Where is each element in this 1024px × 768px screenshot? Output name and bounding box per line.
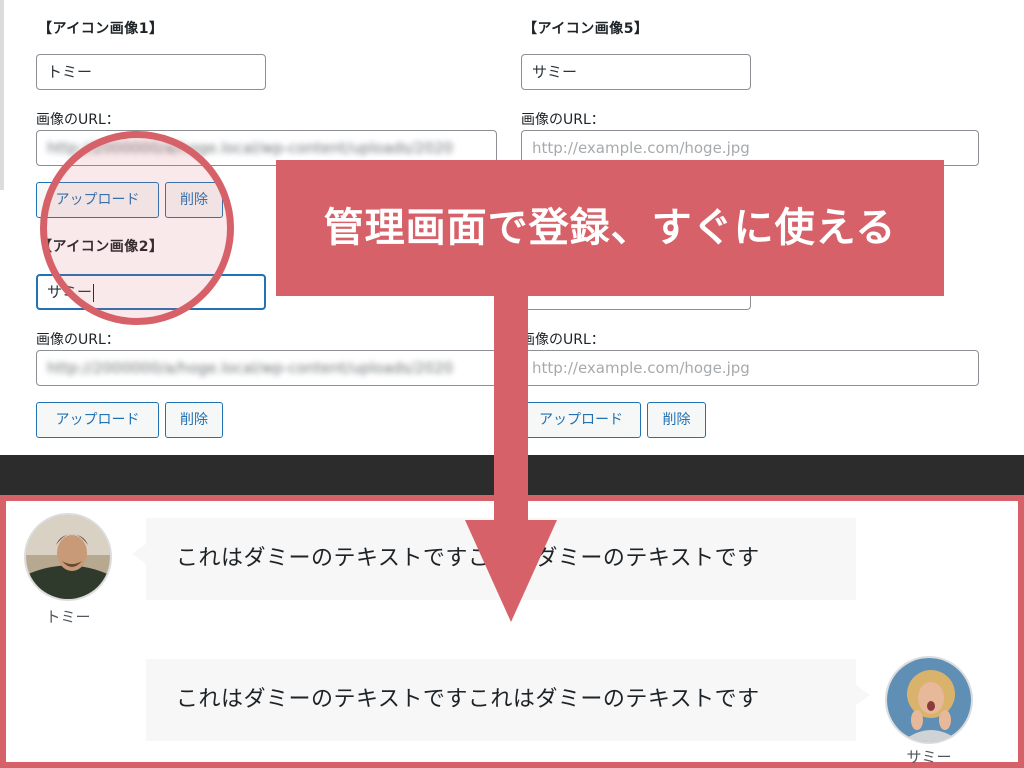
- avatar-tommy: [24, 513, 112, 601]
- avatar-sammy-name: サミー: [906, 748, 952, 766]
- icon2-delete-button[interactable]: 削除: [165, 402, 223, 438]
- icon5-url-label: 画像のURL：: [521, 112, 605, 128]
- chat-bubble-right: これはダミーのテキストですこれはダミーのテキストです: [146, 659, 856, 741]
- admin-sidebar-edge: [0, 0, 4, 190]
- icon2-url-input[interactable]: http://2000000/a/hoge.local/wp-content/u…: [36, 350, 497, 386]
- bubble-tail-right: [856, 685, 870, 705]
- avatar-sammy-image: [887, 658, 971, 742]
- icon2-url-label: 画像のURL：: [36, 332, 120, 348]
- icon5-heading: 【アイコン画像5】: [523, 21, 649, 37]
- annotation-banner: 管理画面で登録、すぐに使える: [276, 160, 944, 296]
- icon6-upload-button[interactable]: アップロード: [521, 402, 641, 438]
- icon6-url-input[interactable]: http://example.com/hoge.jpg: [521, 350, 979, 386]
- icon2-upload-button[interactable]: アップロード: [36, 402, 159, 438]
- icon6-delete-button[interactable]: 削除: [647, 402, 706, 438]
- icon1-url-label: 画像のURL：: [36, 112, 120, 128]
- icon2-url-value: http://2000000/a/hoge.local/wp-content/u…: [47, 359, 454, 377]
- icon1-heading: 【アイコン画像1】: [38, 21, 164, 37]
- icon6-url-label: 画像のURL：: [521, 332, 605, 348]
- avatar-sammy: [885, 656, 973, 744]
- icon5-name-input[interactable]: サミー: [521, 54, 751, 90]
- arrow-shaft: [494, 296, 528, 522]
- avatar-tommy-name: トミー: [45, 608, 91, 626]
- avatar-tommy-image: [26, 515, 110, 599]
- highlight-circle: [40, 131, 234, 325]
- bubble-tail-left: [132, 544, 146, 564]
- icon1-name-input[interactable]: トミー: [36, 54, 266, 90]
- arrow-down-icon: [465, 520, 557, 622]
